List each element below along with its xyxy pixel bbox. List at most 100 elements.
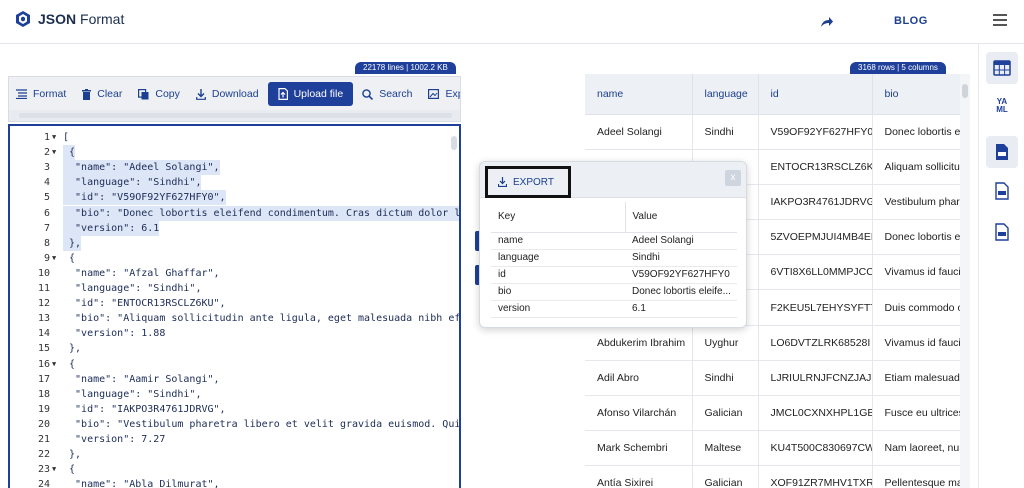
table-row[interactable]: Afonso Vilarchán Galician JMCL0CXNXHPL1GBC… [585,395,970,432]
table-cell: Afonso Vilarchán [585,395,693,432]
code-line[interactable]: 20 "bio": "Vestibulum pharetra libero et… [10,417,459,432]
right-sidebar: YA ML [978,44,1024,488]
fold-toggle-icon[interactable]: ▼ [52,251,56,266]
code-line[interactable]: 22 }, [10,447,459,462]
code-text: "name": "Adeel Solangi", [63,160,220,176]
table-cell: Duis commodo o [872,289,970,326]
code-line[interactable]: 1 ▼ [ [10,130,459,145]
menu-icon[interactable] [993,14,1007,26]
code-text: { [63,145,76,161]
code-line[interactable]: 21 "version": 7.27 [10,432,459,447]
key-column-header: Key [491,202,626,233]
line-number: 6 [43,207,50,219]
editor-stats-badge: 22178 lines | 1002.2 KB [355,62,456,74]
code-line[interactable]: 4 "language": "Sindhi", [10,175,459,191]
download-icon [195,88,206,100]
expan-button[interactable]: Expan [421,82,460,106]
copy-button[interactable]: Copy [131,82,187,106]
table-cell: Etiam malesuada [872,360,970,397]
column-header-language[interactable]: language [692,74,759,115]
code-line[interactable]: 11 "language": "Sindhi", [10,281,459,296]
column-header-id[interactable]: id [758,74,873,115]
logo[interactable]: JSON Format [14,10,124,28]
export-button[interactable]: EXPORT [485,166,571,198]
line-number: 12 [37,298,50,310]
code-line[interactable]: 8 }, [10,235,459,251]
code-text: }, [63,235,82,251]
value-cell: Adeel Solangi [625,232,737,250]
code-line[interactable]: 17 "name": "Aamir Solangi", [10,372,459,387]
code-text: }, [63,449,82,461]
code-line[interactable]: 15 }, [10,341,459,356]
table-row[interactable]: Adeel Solangi Sindhi V59OF92YF627HFY0 Donec… [585,114,970,150]
code-line[interactable]: 18 "language": "Sindhi", [10,387,459,402]
row-detail-popup: EXPORT x Key Value name Adeel Solangi lang… [479,161,747,328]
format-button[interactable]: Format [9,82,73,106]
key-cell: id [491,266,625,284]
table-row[interactable]: Antía Sixirei Galician XOF91ZR7MHV1TXRS Pel… [585,465,970,488]
table-row[interactable]: Mark Schembri Maltese KU4T500C830697CW Nam … [585,430,970,467]
share-icon[interactable] [820,15,834,29]
download-button[interactable]: Download [189,82,266,106]
code-line[interactable]: 2 ▼ { [10,145,459,161]
code-line[interactable]: 9 ▼ { [10,251,459,266]
key-value-row: id V59OF92YF627HFY0 [491,266,737,284]
csv-file-button[interactable] [986,175,1018,207]
code-line[interactable]: 6 "bio": "Donec lobortis eleifend condim… [10,205,459,221]
table-view-button[interactable] [986,52,1018,84]
table-cell: 5ZVOEPMJUI4MB4EN [758,219,873,256]
table-row[interactable]: Adil Abro Sindhi LJRIULRNJFCNZJAJ Etiam mal… [585,360,970,397]
json-file-button[interactable] [986,136,1018,168]
code-text: "language": "Sindhi", [63,175,202,191]
table-cell: KU4T500C830697CW [758,430,873,467]
key-cell: name [491,232,625,250]
code-line[interactable]: 14 "version": 1.88 [10,326,459,341]
line-number: 19 [37,403,50,415]
fold-toggle-icon[interactable]: ▼ [52,130,56,145]
xml-file-button[interactable] [986,216,1018,248]
table-row[interactable]: Abdukerim Ibrahim Uyghur LO6DVTZLRK68528I V… [585,325,970,361]
code-line[interactable]: 12 "id": "ENTOCR13RSCLZ6KU", [10,296,459,311]
line-number: 15 [37,343,50,355]
blog-link[interactable]: BLOG [894,15,928,27]
toolbar-button-label: Upload file [293,88,344,100]
code-line[interactable]: 3 "name": "Adeel Solangi", [10,160,459,176]
column-header-name[interactable]: name [585,74,693,115]
column-header-bio[interactable]: bio [872,74,970,115]
code-line[interactable]: 23 ▼ { [10,462,459,477]
key-value-row: bio Donec lobortis eleife... [491,283,737,301]
clear-button[interactable]: Clear [75,82,129,106]
upload-file-button[interactable]: Upload file [267,82,354,106]
json-editor[interactable]: 1 ▼[2 ▼ {3 "name": "Adeel Solangi", 4 "lang… [8,124,461,488]
fold-toggle-icon[interactable]: ▼ [52,145,56,160]
table-cell: Galician [692,465,759,488]
fold-toggle-icon[interactable]: ▼ [52,462,56,477]
yaml-view-button[interactable]: YA ML [986,90,1018,122]
line-number: 11 [37,283,50,294]
code-line[interactable]: 7 "version": 6.1 [10,220,459,236]
code-line[interactable]: 10 "name": "Afzal Ghaffar", [10,266,459,281]
xml-file-icon [995,223,1009,241]
copy-icon [138,88,149,100]
code-text: "bio": "Donec lobortis eleifend condimen… [63,205,459,221]
code-line[interactable]: 19 "id": "IAKPO3R4761JDRVG", [10,402,459,417]
line-number: 20 [37,418,50,430]
fold-toggle-icon[interactable]: ▼ [52,357,56,372]
table-scrollbar[interactable] [960,74,970,488]
code-text: { [63,358,76,370]
code-line[interactable]: 16 ▼ { [10,357,459,372]
search-button[interactable]: Search [355,82,419,106]
line-number: 14 [37,328,50,340]
value-cell: Sindhi [625,249,737,267]
table-cell: Uyghur [692,325,759,361]
close-icon[interactable]: x [725,170,741,186]
editor-horizontal-scrollbar[interactable] [8,110,461,122]
json-logo-icon [16,11,30,27]
code-text: "version": 1.88 [63,328,166,340]
code-line[interactable]: 24 "name": "Abla Dilmurat", [10,477,459,488]
code-line[interactable]: 5 "id": "V59OF92YF627HFY0", [10,190,459,206]
toolbar-button-label: Clear [97,88,123,100]
code-line[interactable]: 13 "bio": "Aliquam sollicitudin ante lig… [10,311,459,326]
line-number: 2 [43,147,50,159]
key-value-table: Key Value name Adeel Solangi language Sindh… [491,202,737,318]
